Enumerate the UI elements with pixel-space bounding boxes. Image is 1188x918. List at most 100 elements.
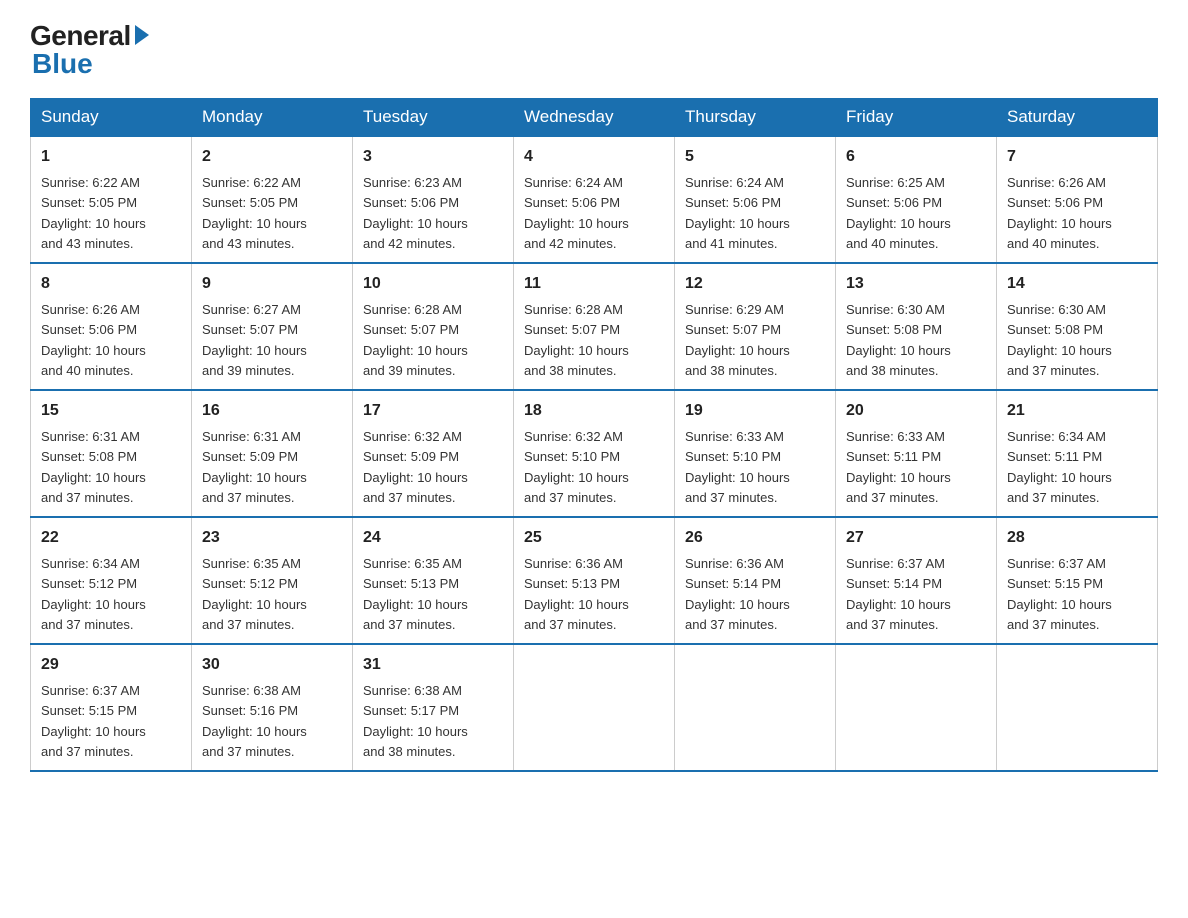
weekday-header-tuesday: Tuesday [353, 99, 514, 137]
day-number: 23 [202, 526, 342, 550]
day-info: Sunrise: 6:28 AMSunset: 5:07 PMDaylight:… [363, 302, 468, 378]
day-info: Sunrise: 6:33 AMSunset: 5:11 PMDaylight:… [846, 429, 951, 505]
day-number: 6 [846, 145, 986, 169]
calendar-cell: 29 Sunrise: 6:37 AMSunset: 5:15 PMDaylig… [31, 644, 192, 771]
calendar-cell: 27 Sunrise: 6:37 AMSunset: 5:14 PMDaylig… [836, 517, 997, 644]
weekday-header-row: SundayMondayTuesdayWednesdayThursdayFrid… [31, 99, 1158, 137]
day-number: 21 [1007, 399, 1147, 423]
week-row-1: 1 Sunrise: 6:22 AMSunset: 5:05 PMDayligh… [31, 136, 1158, 263]
calendar-cell: 19 Sunrise: 6:33 AMSunset: 5:10 PMDaylig… [675, 390, 836, 517]
calendar-cell: 23 Sunrise: 6:35 AMSunset: 5:12 PMDaylig… [192, 517, 353, 644]
calendar-cell: 8 Sunrise: 6:26 AMSunset: 5:06 PMDayligh… [31, 263, 192, 390]
calendar-cell: 11 Sunrise: 6:28 AMSunset: 5:07 PMDaylig… [514, 263, 675, 390]
calendar-table: SundayMondayTuesdayWednesdayThursdayFrid… [30, 98, 1158, 772]
calendar-cell: 15 Sunrise: 6:31 AMSunset: 5:08 PMDaylig… [31, 390, 192, 517]
week-row-5: 29 Sunrise: 6:37 AMSunset: 5:15 PMDaylig… [31, 644, 1158, 771]
day-info: Sunrise: 6:37 AMSunset: 5:15 PMDaylight:… [1007, 556, 1112, 632]
day-info: Sunrise: 6:30 AMSunset: 5:08 PMDaylight:… [1007, 302, 1112, 378]
calendar-cell: 1 Sunrise: 6:22 AMSunset: 5:05 PMDayligh… [31, 136, 192, 263]
calendar-cell: 20 Sunrise: 6:33 AMSunset: 5:11 PMDaylig… [836, 390, 997, 517]
day-info: Sunrise: 6:34 AMSunset: 5:11 PMDaylight:… [1007, 429, 1112, 505]
calendar-cell: 25 Sunrise: 6:36 AMSunset: 5:13 PMDaylig… [514, 517, 675, 644]
day-number: 8 [41, 272, 181, 296]
day-number: 4 [524, 145, 664, 169]
day-number: 12 [685, 272, 825, 296]
day-info: Sunrise: 6:31 AMSunset: 5:08 PMDaylight:… [41, 429, 146, 505]
day-info: Sunrise: 6:33 AMSunset: 5:10 PMDaylight:… [685, 429, 790, 505]
calendar-cell: 22 Sunrise: 6:34 AMSunset: 5:12 PMDaylig… [31, 517, 192, 644]
calendar-cell: 14 Sunrise: 6:30 AMSunset: 5:08 PMDaylig… [997, 263, 1158, 390]
day-info: Sunrise: 6:30 AMSunset: 5:08 PMDaylight:… [846, 302, 951, 378]
day-number: 10 [363, 272, 503, 296]
day-info: Sunrise: 6:22 AMSunset: 5:05 PMDaylight:… [202, 175, 307, 251]
day-number: 27 [846, 526, 986, 550]
calendar-cell: 17 Sunrise: 6:32 AMSunset: 5:09 PMDaylig… [353, 390, 514, 517]
day-number: 9 [202, 272, 342, 296]
calendar-cell: 2 Sunrise: 6:22 AMSunset: 5:05 PMDayligh… [192, 136, 353, 263]
logo-arrow-icon [135, 25, 149, 45]
day-info: Sunrise: 6:27 AMSunset: 5:07 PMDaylight:… [202, 302, 307, 378]
day-info: Sunrise: 6:24 AMSunset: 5:06 PMDaylight:… [524, 175, 629, 251]
weekday-header-friday: Friday [836, 99, 997, 137]
day-info: Sunrise: 6:37 AMSunset: 5:14 PMDaylight:… [846, 556, 951, 632]
day-info: Sunrise: 6:34 AMSunset: 5:12 PMDaylight:… [41, 556, 146, 632]
calendar-cell: 18 Sunrise: 6:32 AMSunset: 5:10 PMDaylig… [514, 390, 675, 517]
calendar-cell: 3 Sunrise: 6:23 AMSunset: 5:06 PMDayligh… [353, 136, 514, 263]
weekday-header-monday: Monday [192, 99, 353, 137]
day-info: Sunrise: 6:36 AMSunset: 5:14 PMDaylight:… [685, 556, 790, 632]
day-number: 14 [1007, 272, 1147, 296]
day-number: 11 [524, 272, 664, 296]
day-number: 29 [41, 653, 181, 677]
calendar-cell [836, 644, 997, 771]
logo: General Blue [30, 20, 149, 80]
calendar-cell: 30 Sunrise: 6:38 AMSunset: 5:16 PMDaylig… [192, 644, 353, 771]
day-number: 15 [41, 399, 181, 423]
day-info: Sunrise: 6:24 AMSunset: 5:06 PMDaylight:… [685, 175, 790, 251]
week-row-2: 8 Sunrise: 6:26 AMSunset: 5:06 PMDayligh… [31, 263, 1158, 390]
calendar-cell: 4 Sunrise: 6:24 AMSunset: 5:06 PMDayligh… [514, 136, 675, 263]
calendar-cell [514, 644, 675, 771]
weekday-header-saturday: Saturday [997, 99, 1158, 137]
day-number: 13 [846, 272, 986, 296]
day-info: Sunrise: 6:29 AMSunset: 5:07 PMDaylight:… [685, 302, 790, 378]
calendar-cell [997, 644, 1158, 771]
day-info: Sunrise: 6:38 AMSunset: 5:16 PMDaylight:… [202, 683, 307, 759]
weekday-header-thursday: Thursday [675, 99, 836, 137]
calendar-cell: 28 Sunrise: 6:37 AMSunset: 5:15 PMDaylig… [997, 517, 1158, 644]
day-info: Sunrise: 6:36 AMSunset: 5:13 PMDaylight:… [524, 556, 629, 632]
day-number: 7 [1007, 145, 1147, 169]
day-number: 2 [202, 145, 342, 169]
day-info: Sunrise: 6:35 AMSunset: 5:13 PMDaylight:… [363, 556, 468, 632]
calendar-cell: 7 Sunrise: 6:26 AMSunset: 5:06 PMDayligh… [997, 136, 1158, 263]
calendar-cell: 21 Sunrise: 6:34 AMSunset: 5:11 PMDaylig… [997, 390, 1158, 517]
day-number: 22 [41, 526, 181, 550]
calendar-cell: 12 Sunrise: 6:29 AMSunset: 5:07 PMDaylig… [675, 263, 836, 390]
calendar-cell: 5 Sunrise: 6:24 AMSunset: 5:06 PMDayligh… [675, 136, 836, 263]
calendar-cell: 13 Sunrise: 6:30 AMSunset: 5:08 PMDaylig… [836, 263, 997, 390]
day-number: 31 [363, 653, 503, 677]
day-number: 5 [685, 145, 825, 169]
logo-text-blue: Blue [32, 48, 93, 80]
day-info: Sunrise: 6:37 AMSunset: 5:15 PMDaylight:… [41, 683, 146, 759]
day-info: Sunrise: 6:25 AMSunset: 5:06 PMDaylight:… [846, 175, 951, 251]
day-info: Sunrise: 6:38 AMSunset: 5:17 PMDaylight:… [363, 683, 468, 759]
day-number: 1 [41, 145, 181, 169]
day-number: 26 [685, 526, 825, 550]
week-row-3: 15 Sunrise: 6:31 AMSunset: 5:08 PMDaylig… [31, 390, 1158, 517]
page-header: General Blue [30, 20, 1158, 80]
day-info: Sunrise: 6:32 AMSunset: 5:10 PMDaylight:… [524, 429, 629, 505]
day-info: Sunrise: 6:28 AMSunset: 5:07 PMDaylight:… [524, 302, 629, 378]
calendar-cell: 10 Sunrise: 6:28 AMSunset: 5:07 PMDaylig… [353, 263, 514, 390]
day-number: 20 [846, 399, 986, 423]
calendar-cell: 6 Sunrise: 6:25 AMSunset: 5:06 PMDayligh… [836, 136, 997, 263]
calendar-cell: 31 Sunrise: 6:38 AMSunset: 5:17 PMDaylig… [353, 644, 514, 771]
day-number: 3 [363, 145, 503, 169]
calendar-cell: 16 Sunrise: 6:31 AMSunset: 5:09 PMDaylig… [192, 390, 353, 517]
day-info: Sunrise: 6:35 AMSunset: 5:12 PMDaylight:… [202, 556, 307, 632]
calendar-cell [675, 644, 836, 771]
calendar-cell: 9 Sunrise: 6:27 AMSunset: 5:07 PMDayligh… [192, 263, 353, 390]
day-info: Sunrise: 6:26 AMSunset: 5:06 PMDaylight:… [1007, 175, 1112, 251]
day-number: 16 [202, 399, 342, 423]
day-info: Sunrise: 6:26 AMSunset: 5:06 PMDaylight:… [41, 302, 146, 378]
day-number: 17 [363, 399, 503, 423]
